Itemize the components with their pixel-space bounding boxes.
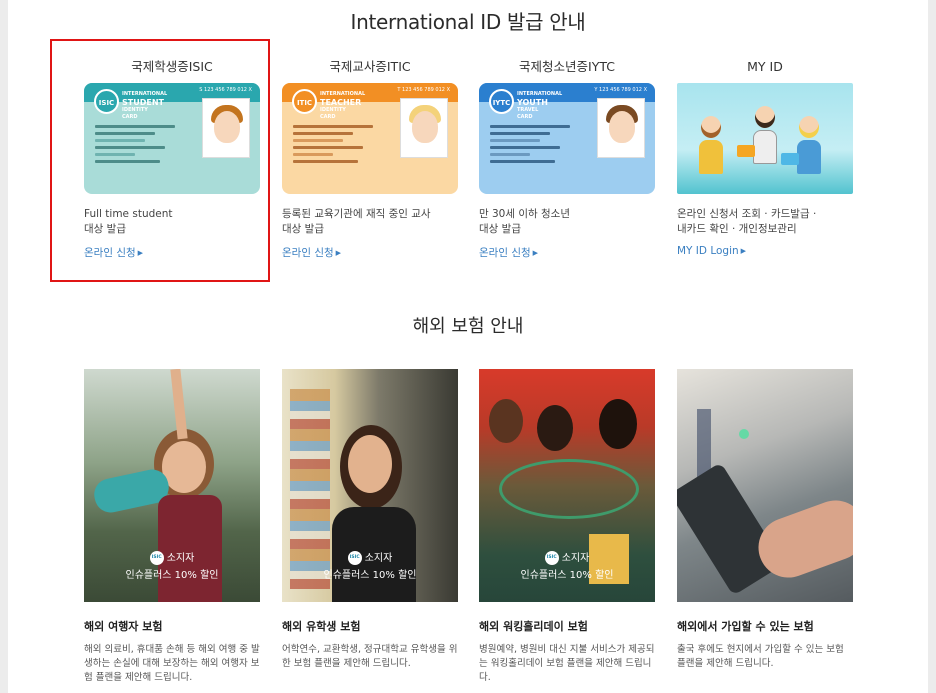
isic-discount-badge: ISIC 소지자 인슈플러스 10% 할인 — [125, 551, 219, 581]
card-title: 국제교사증ITIC — [329, 59, 411, 74]
itic-apply-link[interactable]: 온라인 신청 ▶ — [282, 245, 458, 260]
id-section-title: International ID 발급 안내 — [350, 10, 586, 34]
card-number: Y 123 456 789 012 X — [594, 87, 647, 93]
card-title: 국제학생증ISIC — [131, 59, 213, 74]
card-my-id: MY ID 온라인 신청서 조회 · 카드발급 · 내카드 확인 · 개인정보관… — [677, 58, 853, 257]
card-text-lines — [95, 125, 195, 167]
insurance-description: 병원예약, 병원비 대신 지불 서비스가 제공되는 워킹홀리데이 보험 플랜을 … — [479, 644, 655, 683]
card-text-lines — [490, 125, 590, 167]
card-title: MY ID — [747, 59, 783, 74]
arrow-right-icon: ▶ — [335, 249, 342, 257]
insurance-section-title: 해외 보험 안내 — [412, 316, 524, 337]
card-text-lines — [293, 125, 393, 167]
insurance-title: 해외 여행자 보험 — [84, 620, 163, 633]
card-title: 국제청소년증IYTC — [519, 59, 615, 74]
card-itic: 국제교사증ITIC ITIC INTERNATIONAL TEACHER IDENT… — [282, 58, 458, 260]
insurance-item-student[interactable]: ISIC 소지자 인슈플러스 10% 할인 해외 유학생 보험 어학연수, 교환학… — [282, 369, 458, 671]
insurance-title: 해외 워킹홀리데이 보험 — [479, 620, 588, 633]
isic-discount-badge: ISIC 소지자 인슈플러스 10% 할인 — [323, 551, 417, 581]
person-icon — [699, 116, 723, 174]
card-number: T 123 456 789 012 X — [397, 87, 450, 93]
card-description: 등록된 교육기관에 재직 중인 교사 대상 발급 — [282, 208, 431, 235]
card-wordmark: INTERNATIONAL STUDENT IDENTITY CARD — [122, 91, 168, 120]
insurance-title: 해외에서 가입할 수 있는 보험 — [677, 620, 814, 633]
iytc-apply-link[interactable]: 온라인 신청 ▶ — [479, 245, 655, 260]
insurance-item-abroad[interactable]: 해외에서 가입할 수 있는 보험 출국 후에도 현지에서 가입할 수 있는 보험… — [677, 369, 853, 671]
card-isic: 국제학생증ISIC ISIC INTERNATIONAL STUDENT IDENT… — [84, 58, 260, 260]
traveler-photo: ISIC 소지자 인슈플러스 10% 할인 — [84, 369, 260, 602]
phone-street-photo — [677, 369, 853, 602]
isic-badge-icon: ISIC — [347, 551, 362, 565]
isic-badge-icon: ISIC — [544, 551, 559, 565]
page: International ID 발급 안내 국제학생증ISIC ISIC IN… — [8, 0, 928, 693]
arrow-right-icon: ▶ — [532, 249, 539, 257]
friends-cafe-photo: ISIC 소지자 인슈플러스 10% 할인 — [479, 369, 655, 602]
insurance-description: 해외 의료비, 휴대품 손해 등 해외 여행 중 발생하는 손실에 대해 보장하… — [84, 644, 260, 683]
id-card-icon — [781, 153, 799, 165]
card-wordmark: INTERNATIONAL YOUTH TRAVEL CARD — [517, 91, 563, 120]
portrait-icon — [202, 98, 250, 158]
itic-card-image[interactable]: ITIC INTERNATIONAL TEACHER IDENTITY CARD T… — [282, 83, 458, 194]
person-icon — [753, 106, 777, 164]
isic-logo-icon: ISIC — [94, 89, 119, 114]
arrow-right-icon: ▶ — [137, 249, 144, 257]
isic-card-image[interactable]: ISIC INTERNATIONAL STUDENT IDENTITY CARD S… — [84, 83, 260, 194]
isic-discount-badge: ISIC 소지자 인슈플러스 10% 할인 — [520, 551, 614, 581]
id-card-icon — [737, 145, 755, 157]
person-icon — [797, 116, 821, 174]
insurance-description: 어학연수, 교환학생, 정규대학교 유학생을 위한 보험 플랜을 제안해 드립니… — [282, 644, 458, 669]
iytc-logo-icon: IYTC — [489, 89, 514, 114]
portrait-icon — [400, 98, 448, 158]
portrait-icon — [597, 98, 645, 158]
card-wordmark: INTERNATIONAL TEACHER IDENTITY CARD — [320, 91, 366, 120]
card-number: S 123 456 789 012 X — [199, 87, 252, 93]
my-id-login-link[interactable]: MY ID Login ▶ — [677, 245, 853, 257]
iytc-card-image[interactable]: IYTC INTERNATIONAL YOUTH TRAVEL CARD Y 123… — [479, 83, 655, 194]
insurance-title: 해외 유학생 보험 — [282, 620, 361, 633]
student-photo: ISIC 소지자 인슈플러스 10% 할인 — [282, 369, 458, 602]
card-iytc: 국제청소년증IYTC IYTC INTERNATIONAL YOUTH TRAVEL… — [479, 58, 655, 260]
insurance-item-working-holiday[interactable]: ISIC 소지자 인슈플러스 10% 할인 해외 워킹홀리데이 보험 병원예약, … — [479, 369, 655, 685]
isic-apply-link[interactable]: 온라인 신청 ▶ — [84, 245, 260, 260]
insurance-item-travel[interactable]: ISIC 소지자 인슈플러스 10% 할인 해외 여행자 보험 해외 의료비, 휴… — [84, 369, 260, 685]
my-id-illustration[interactable] — [677, 83, 853, 194]
insurance-description: 출국 후에도 현지에서 가입할 수 있는 보험 플랜을 제안해 드립니다. — [677, 644, 844, 669]
arrow-right-icon: ▶ — [740, 247, 747, 255]
card-description: Full time student 대상 발급 — [84, 208, 173, 235]
itic-logo-icon: ITIC — [292, 89, 317, 114]
isic-badge-icon: ISIC — [149, 551, 164, 565]
card-description: 만 30세 이하 청소년 대상 발급 — [479, 208, 570, 235]
card-description: 온라인 신청서 조회 · 카드발급 · 내카드 확인 · 개인정보관리 — [677, 208, 817, 235]
